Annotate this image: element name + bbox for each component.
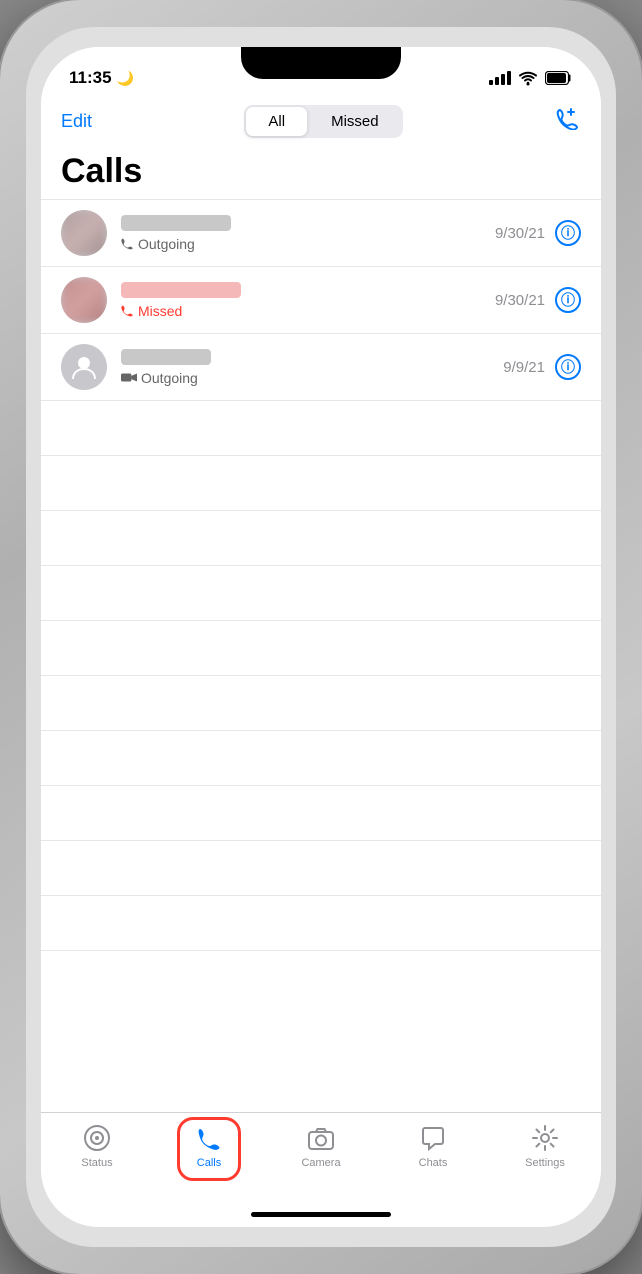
person-icon: [70, 353, 98, 381]
call-item[interactable]: Outgoing 9/9/21 ⓘ: [41, 334, 601, 401]
tab-settings[interactable]: Settings: [489, 1123, 601, 1169]
settings-tab-label: Settings: [525, 1157, 565, 1169]
empty-row: [41, 511, 601, 566]
empty-row: [41, 621, 601, 676]
moon-icon: 🌙: [117, 70, 134, 87]
new-call-icon: [555, 108, 581, 130]
missed-label: Missed: [138, 303, 182, 319]
segment-all[interactable]: All: [246, 107, 307, 136]
contact-name: [121, 282, 241, 298]
empty-row: [41, 401, 601, 456]
signal-icon: [489, 71, 511, 85]
call-date-2: 9/30/21: [495, 292, 545, 309]
contact-photo: [61, 277, 107, 323]
phone-inner: 11:35 🌙: [26, 27, 616, 1247]
missed-call-icon: [121, 304, 134, 317]
avatar-default: [61, 344, 107, 390]
calls-tab-label: Calls: [197, 1157, 221, 1169]
call-type: Outgoing: [121, 370, 503, 386]
outgoing-label-3: Outgoing: [141, 370, 198, 386]
camera-tab-label: Camera: [301, 1157, 340, 1169]
header: Edit All Missed Calls: [41, 97, 601, 199]
page-title: Calls: [61, 148, 581, 199]
call-info: Outgoing: [121, 349, 503, 386]
tab-camera[interactable]: Camera: [265, 1123, 377, 1169]
notch: [241, 47, 401, 79]
status-time: 11:35 🌙: [69, 68, 134, 88]
contact-photo: [61, 210, 107, 256]
call-type-missed: Missed: [121, 303, 495, 319]
call-list: Outgoing 9/30/21 ⓘ: [41, 200, 601, 1112]
empty-row: [41, 896, 601, 951]
segment-control: All Missed: [244, 105, 402, 138]
empty-row: [41, 841, 601, 896]
camera-icon: [306, 1123, 336, 1153]
call-item[interactable]: Missed 9/30/21 ⓘ: [41, 267, 601, 334]
empty-row: [41, 786, 601, 841]
tab-chats[interactable]: Chats: [377, 1123, 489, 1169]
empty-row: [41, 566, 601, 621]
home-indicator: [251, 1212, 391, 1217]
call-date-1: 9/30/21: [495, 225, 545, 242]
segment-missed[interactable]: Missed: [309, 107, 401, 136]
info-button-1[interactable]: ⓘ: [555, 220, 581, 246]
empty-row: [41, 731, 601, 786]
avatar: [61, 210, 107, 256]
video-call-icon: [121, 371, 137, 384]
call-type: Outgoing: [121, 236, 495, 252]
new-call-button[interactable]: [555, 108, 581, 136]
call-date-3: 9/9/21: [503, 359, 545, 376]
time-display: 11:35: [69, 68, 112, 88]
settings-icon: [530, 1123, 560, 1153]
tab-status[interactable]: Status: [41, 1123, 153, 1169]
status-icon: [82, 1123, 112, 1153]
call-meta: 9/30/21 ⓘ: [495, 287, 581, 313]
wifi-icon: [518, 71, 538, 86]
empty-row: [41, 676, 601, 731]
contact-name: [121, 215, 231, 231]
status-tab-label: Status: [81, 1157, 112, 1169]
tab-bar: Status Calls: [41, 1112, 601, 1212]
edit-button[interactable]: Edit: [61, 111, 92, 132]
chats-tab-label: Chats: [419, 1157, 448, 1169]
phone-frame: 11:35 🌙: [0, 0, 642, 1274]
call-info: Missed: [121, 282, 495, 319]
screen: 11:35 🌙: [41, 47, 601, 1227]
battery-icon: [545, 71, 573, 85]
call-item[interactable]: Outgoing 9/30/21 ⓘ: [41, 200, 601, 267]
header-top: Edit All Missed: [61, 105, 581, 138]
avatar: [61, 277, 107, 323]
status-right: [489, 71, 573, 86]
calls-icon: [194, 1123, 224, 1153]
empty-row: [41, 456, 601, 511]
tab-calls[interactable]: Calls: [153, 1123, 265, 1169]
call-meta: 9/30/21 ⓘ: [495, 220, 581, 246]
contact-name: [121, 349, 211, 365]
info-button-3[interactable]: ⓘ: [555, 354, 581, 380]
chats-icon: [418, 1123, 448, 1153]
outgoing-label-1: Outgoing: [138, 236, 195, 252]
phone-call-icon: [121, 237, 134, 250]
call-meta: 9/9/21 ⓘ: [503, 354, 581, 380]
call-info: Outgoing: [121, 215, 495, 252]
info-button-2[interactable]: ⓘ: [555, 287, 581, 313]
